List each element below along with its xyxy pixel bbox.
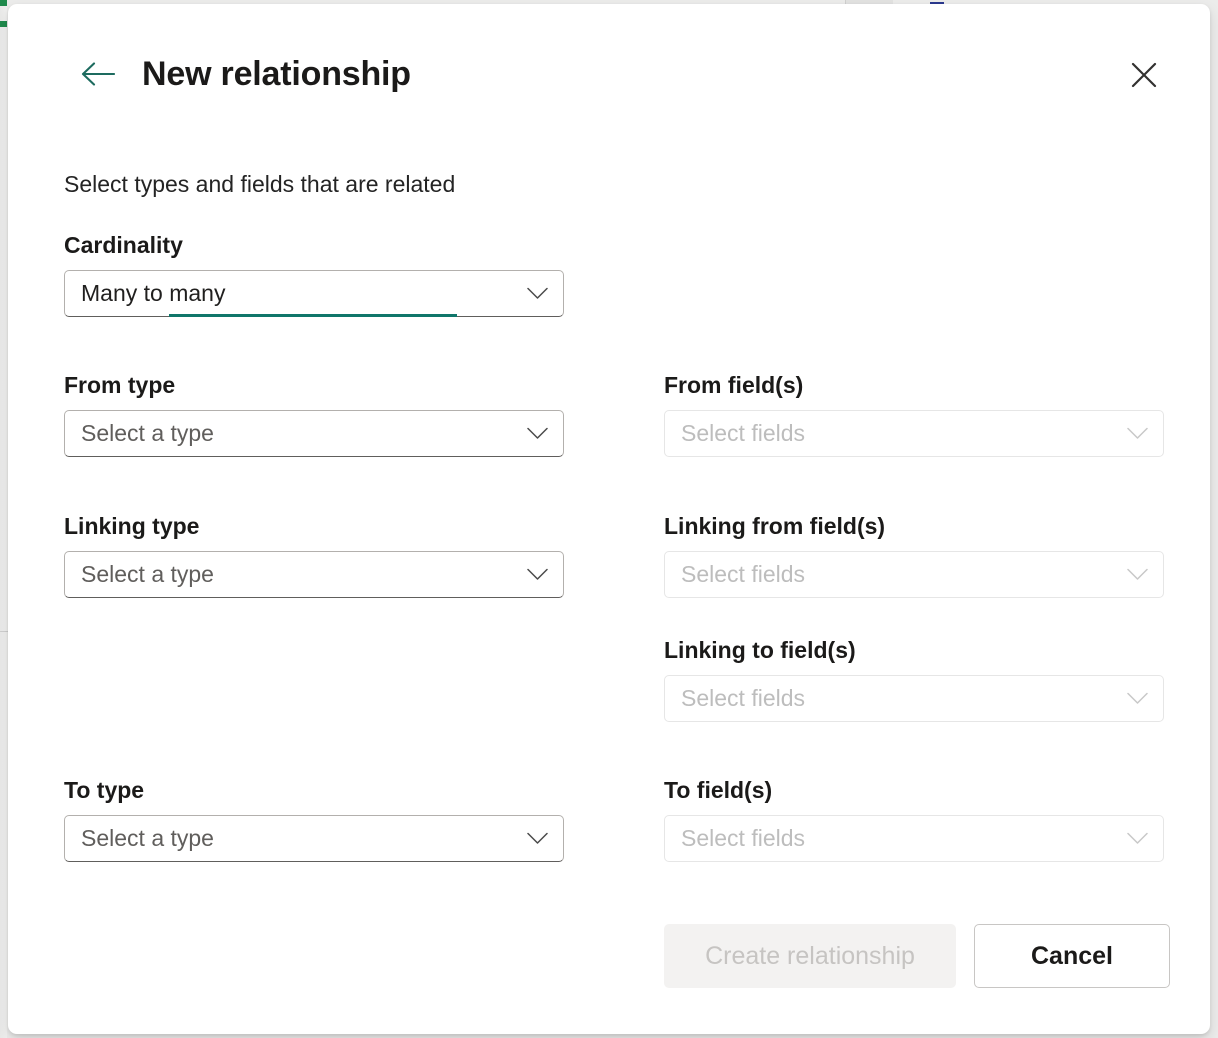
create-relationship-button[interactable]: Create relationship [664, 924, 956, 988]
label-linking-from-fields: Linking from field(s) [664, 513, 1164, 540]
label-linking-to-fields: Linking to field(s) [664, 637, 1164, 664]
linking-from-fields-dropdown[interactable]: Select fields [664, 551, 1164, 598]
cardinality-value: Many to many [81, 280, 525, 307]
field-from-type: From type Select a type [64, 372, 564, 457]
background-left-rail [0, 0, 7, 1038]
close-icon [1130, 61, 1158, 92]
chevron-down-icon [525, 427, 549, 440]
chevron-down-icon [1125, 832, 1149, 845]
to-fields-dropdown[interactable]: Select fields [664, 815, 1164, 862]
linking-type-dropdown[interactable]: Select a type [64, 551, 564, 598]
label-to-fields: To field(s) [664, 777, 1164, 804]
from-type-placeholder: Select a type [81, 420, 525, 447]
field-linking-type: Linking type Select a type [64, 513, 564, 598]
cardinality-dropdown[interactable]: Many to many [64, 270, 564, 317]
from-fields-placeholder: Select fields [681, 420, 1125, 447]
dialog-header: New relationship [56, 4, 1162, 122]
to-type-dropdown[interactable]: Select a type [64, 815, 564, 862]
field-to-type: To type Select a type [64, 777, 564, 862]
arrow-left-icon [81, 61, 115, 87]
chevron-down-icon [525, 287, 549, 300]
field-to-fields: To field(s) Select fields [664, 777, 1164, 862]
label-linking-type: Linking type [64, 513, 564, 540]
to-fields-placeholder: Select fields [681, 825, 1125, 852]
field-cardinality: Cardinality Many to many [64, 232, 564, 317]
background-green-marker-top [0, 0, 7, 6]
background-green-marker-second [0, 21, 7, 27]
linking-to-fields-placeholder: Select fields [681, 685, 1125, 712]
from-type-dropdown[interactable]: Select a type [64, 410, 564, 457]
cancel-button[interactable]: Cancel [974, 924, 1170, 988]
dialog-footer: Create relationship Cancel [664, 924, 1170, 988]
close-button[interactable] [1122, 54, 1166, 98]
to-type-placeholder: Select a type [81, 825, 525, 852]
label-to-type: To type [64, 777, 564, 804]
chevron-down-icon [525, 568, 549, 581]
chevron-down-icon [525, 832, 549, 845]
field-linking-from-fields: Linking from field(s) Select fields [664, 513, 1164, 598]
linking-to-fields-dropdown[interactable]: Select fields [664, 675, 1164, 722]
page-title: New relationship [142, 55, 411, 94]
chevron-down-icon [1125, 692, 1149, 705]
from-fields-dropdown[interactable]: Select fields [664, 410, 1164, 457]
back-button[interactable] [76, 52, 120, 96]
cardinality-focus-underline [169, 314, 457, 317]
linking-type-placeholder: Select a type [81, 561, 525, 588]
chevron-down-icon [1125, 568, 1149, 581]
field-from-fields: From field(s) Select fields [664, 372, 1164, 457]
dialog-subtitle: Select types and fields that are related [64, 171, 1162, 198]
field-linking-to-fields: Linking to field(s) Select fields [664, 637, 1164, 722]
label-from-fields: From field(s) [664, 372, 1164, 399]
label-from-type: From type [64, 372, 564, 399]
label-cardinality: Cardinality [64, 232, 564, 259]
chevron-down-icon [1125, 427, 1149, 440]
new-relationship-dialog: New relationship Select types and fields… [8, 4, 1210, 1034]
linking-from-fields-placeholder: Select fields [681, 561, 1125, 588]
